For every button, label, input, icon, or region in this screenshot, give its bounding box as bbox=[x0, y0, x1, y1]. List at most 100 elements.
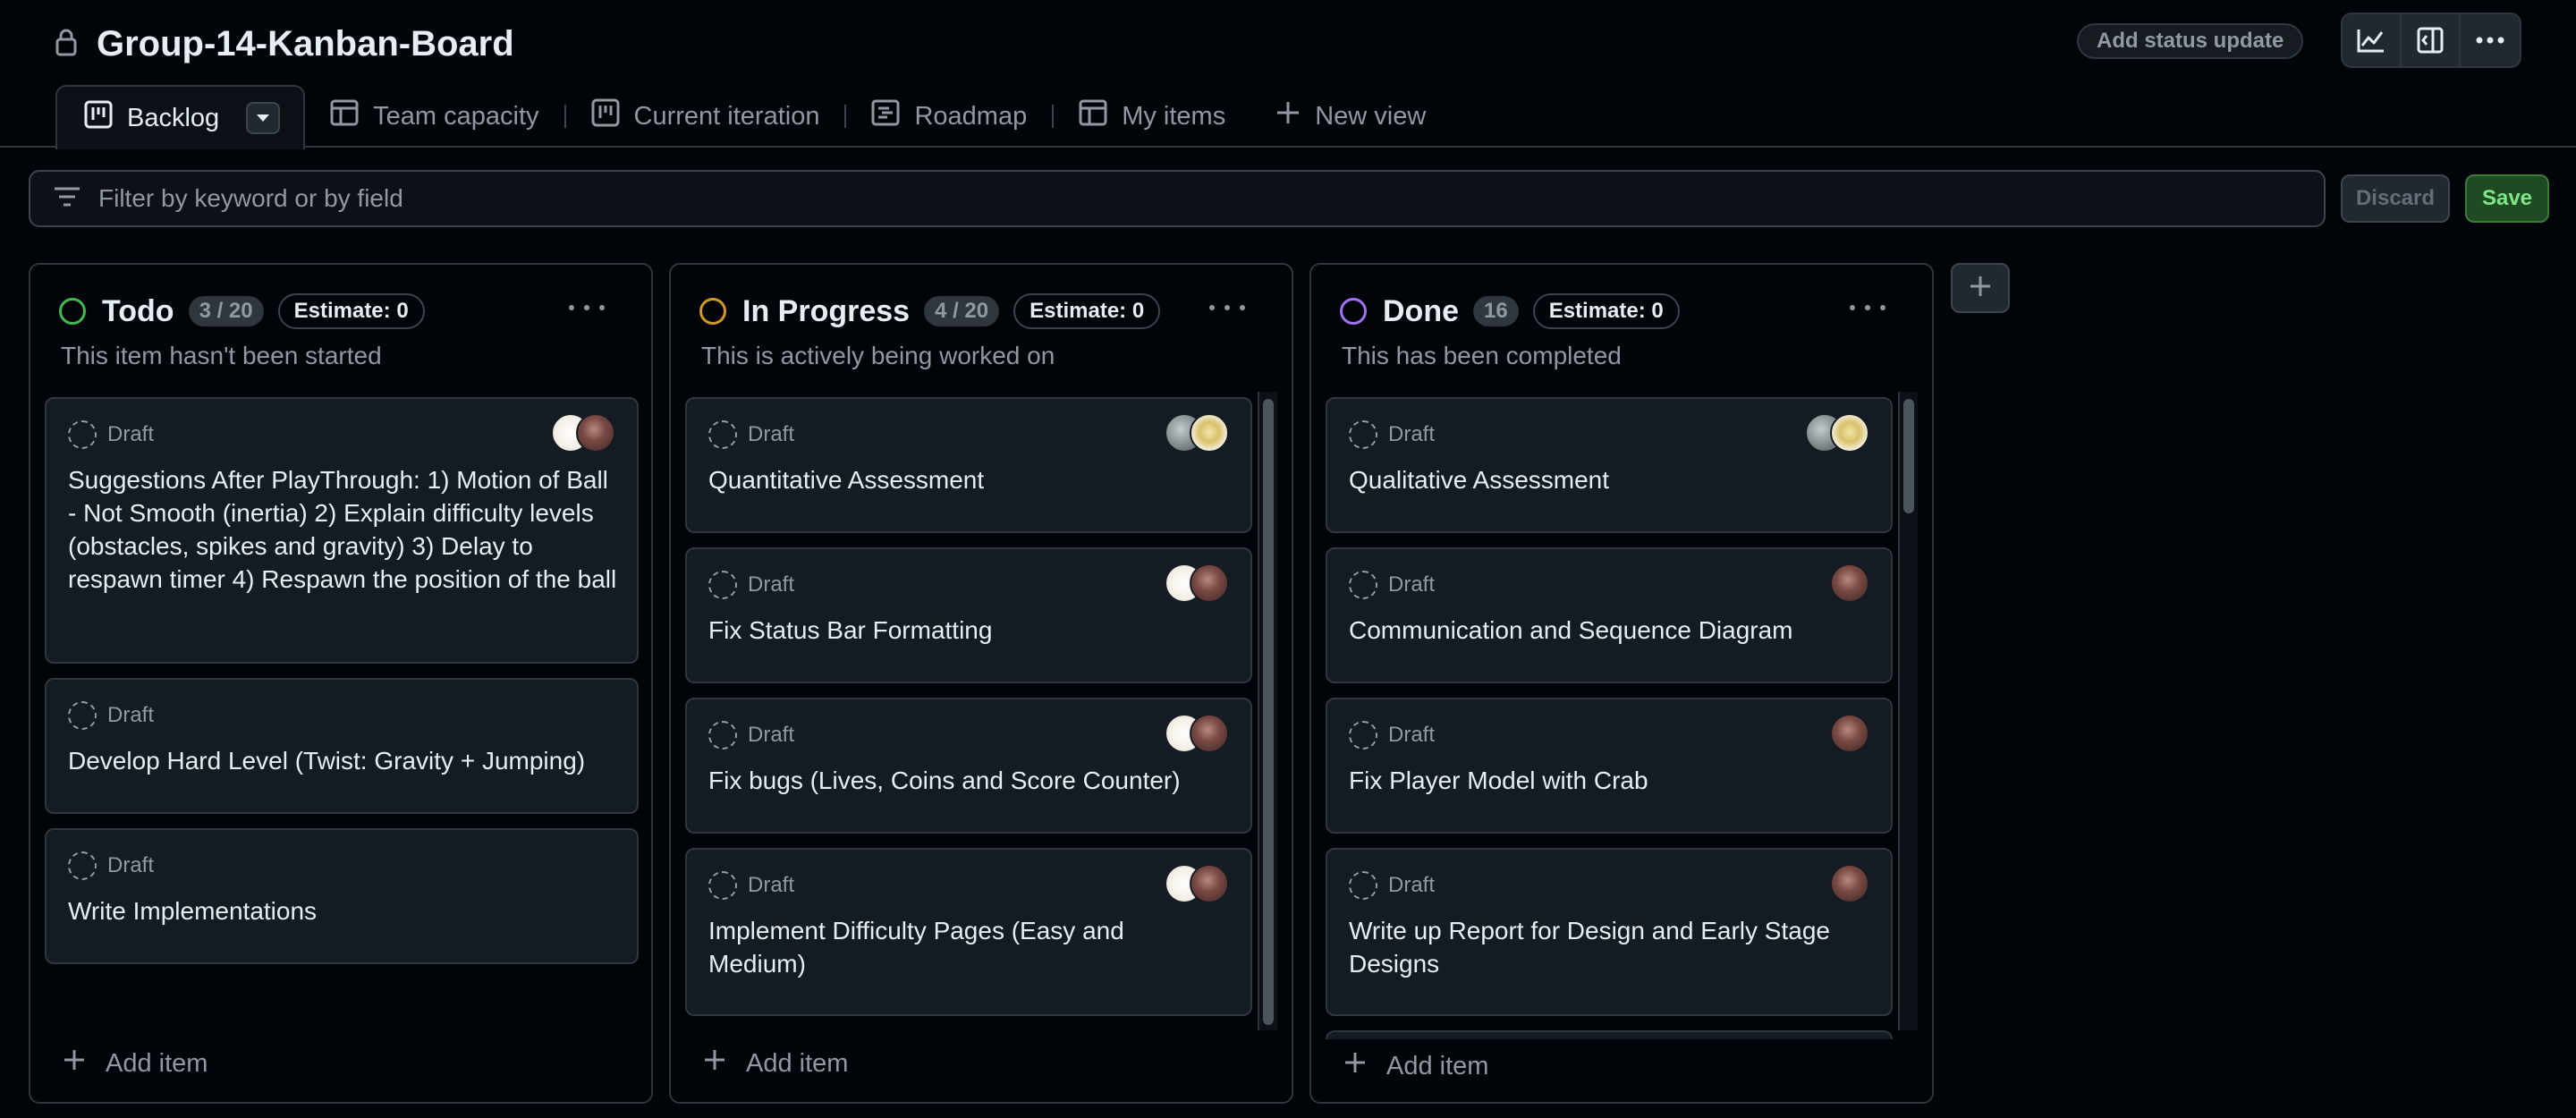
card-title[interactable]: Implement Difficulty Pages (Easy and Med… bbox=[708, 914, 1227, 980]
avatar bbox=[1830, 864, 1869, 903]
card-title[interactable]: Fix Status Bar Formatting bbox=[708, 614, 1259, 647]
card[interactable]: Draft Quantitative Assessment bbox=[685, 397, 1252, 533]
card-title[interactable]: Develop Hard Level (Twist: Gravity + Jum… bbox=[68, 744, 619, 777]
draft-icon bbox=[68, 420, 97, 449]
status-label: Draft bbox=[1388, 572, 1436, 597]
discard-button[interactable]: Discard bbox=[2341, 174, 2450, 223]
column-scrollbar[interactable] bbox=[1898, 392, 1918, 1030]
plus-icon bbox=[1969, 275, 1992, 302]
lock-icon bbox=[55, 28, 84, 60]
tab-new-view[interactable]: New view bbox=[1250, 85, 1451, 148]
card-title[interactable]: Write Implementations bbox=[68, 894, 619, 927]
column-scrollbar[interactable] bbox=[1258, 392, 1277, 1030]
tab-current-iteration[interactable]: Current iteration bbox=[566, 85, 845, 148]
card-title[interactable]: Communication and Sequence Diagram bbox=[1349, 614, 1900, 647]
column-menu-icon[interactable] bbox=[1209, 297, 1245, 318]
draft-icon bbox=[68, 851, 97, 880]
tab-backlog[interactable]: Backlog bbox=[55, 85, 306, 149]
draft-status: Draft bbox=[68, 701, 154, 730]
add-item-label: Add item bbox=[106, 1048, 208, 1078]
status-label: Draft bbox=[1388, 422, 1436, 446]
estimate-badge: Estimate: 0 bbox=[1013, 293, 1161, 329]
assignees[interactable] bbox=[1165, 714, 1229, 755]
add-column-button[interactable] bbox=[1951, 263, 2010, 313]
assignees[interactable] bbox=[1165, 864, 1229, 905]
card[interactable]: Draft Qualitative Assessment bbox=[1326, 397, 1893, 533]
card[interactable]: Draft Communication and Sequence Diagram bbox=[1326, 547, 1893, 683]
status-label: Draft bbox=[107, 703, 155, 727]
tab-label: Team capacity bbox=[373, 101, 539, 131]
column-description: This item hasn't been started bbox=[61, 342, 382, 369]
draft-status: Draft bbox=[68, 851, 154, 880]
roadmap-icon bbox=[871, 98, 900, 134]
column-title: Todo bbox=[102, 293, 174, 328]
assignees[interactable] bbox=[1830, 864, 1869, 905]
column-header: Todo 3 / 20 Estimate: 0 bbox=[59, 292, 425, 331]
more-icon[interactable] bbox=[2461, 14, 2520, 66]
tab-my-items[interactable]: My items bbox=[1054, 85, 1250, 148]
tab-team-capacity[interactable]: Team capacity bbox=[305, 85, 564, 148]
draft-icon bbox=[68, 701, 97, 730]
assignees[interactable] bbox=[1830, 714, 1869, 755]
status-label: Draft bbox=[107, 853, 155, 877]
chevron-down-icon[interactable] bbox=[246, 102, 281, 134]
scrollbar-thumb[interactable] bbox=[1263, 399, 1274, 1025]
draft-status: Draft bbox=[1349, 721, 1435, 750]
card[interactable]: Draft Fix Player Model with Crab bbox=[1326, 698, 1893, 834]
panel-icon[interactable] bbox=[2402, 14, 2461, 66]
tab-label: My items bbox=[1122, 101, 1226, 131]
draft-status: Draft bbox=[708, 420, 794, 449]
card-title[interactable]: Fix Player Model with Crab bbox=[1349, 764, 1900, 797]
status-circle-icon bbox=[1340, 298, 1367, 325]
assignees[interactable] bbox=[551, 413, 615, 454]
assignees[interactable] bbox=[1830, 563, 1869, 605]
insights-icon[interactable] bbox=[2343, 14, 2402, 66]
estimate-badge: Estimate: 0 bbox=[277, 293, 425, 329]
assignees[interactable] bbox=[1165, 563, 1229, 605]
card[interactable]: Draft Suggestions After PlayThrough: 1) … bbox=[45, 397, 639, 664]
add-status-update-button[interactable]: Add status update bbox=[2077, 23, 2304, 59]
draft-icon bbox=[708, 721, 737, 750]
draft-icon bbox=[708, 871, 737, 900]
view-tabs: Backlog Team capacity Current iteration … bbox=[55, 85, 1451, 149]
card-title[interactable]: Suggestions After PlayThrough: 1) Motion… bbox=[68, 463, 619, 596]
add-item-button[interactable]: Add item bbox=[1326, 1039, 1898, 1093]
title-row: Group-14-Kanban-Board bbox=[55, 20, 514, 68]
card[interactable]: Draft Write Implementations bbox=[45, 828, 639, 964]
card[interactable]: Draft Develop Hard Level (Twist: Gravity… bbox=[45, 678, 639, 814]
add-item-button[interactable]: Add item bbox=[63, 1048, 208, 1079]
avatar bbox=[1830, 714, 1869, 753]
draft-status: Draft bbox=[708, 871, 794, 900]
card[interactable]: Draft Write up Report for Design and Ear… bbox=[1326, 848, 1893, 1016]
column-menu-icon[interactable] bbox=[569, 297, 605, 318]
add-item-label: Add item bbox=[746, 1048, 849, 1078]
card[interactable]: Draft Fix Status Bar Formatting bbox=[685, 547, 1252, 683]
plus-icon bbox=[1275, 100, 1301, 132]
filter-icon bbox=[54, 187, 80, 211]
card[interactable]: Draft Implement Difficulty Pages (Easy a… bbox=[685, 848, 1252, 1016]
status-label: Draft bbox=[1388, 723, 1436, 747]
card[interactable]: Draft Fix bugs (Lives, Coins and Score C… bbox=[685, 698, 1252, 834]
draft-status: Draft bbox=[708, 571, 794, 599]
draft-status: Draft bbox=[1349, 571, 1435, 599]
card-title[interactable]: Qualitative Assessment bbox=[1349, 463, 1900, 496]
project-header: Group-14-Kanban-Board Add status update … bbox=[0, 0, 2576, 149]
status-label: Draft bbox=[748, 723, 795, 747]
tab-roadmap[interactable]: Roadmap bbox=[846, 85, 1052, 148]
assignees[interactable] bbox=[1165, 413, 1229, 454]
column-done: Done 16 Estimate: 0 This has been comple… bbox=[1309, 263, 1934, 1104]
add-item-button[interactable]: Add item bbox=[703, 1048, 848, 1079]
column-title: Done bbox=[1383, 293, 1459, 328]
assignees[interactable] bbox=[1805, 413, 1869, 454]
tab-label: Roadmap bbox=[914, 101, 1028, 131]
column-title: In Progress bbox=[742, 293, 911, 328]
column-menu-icon[interactable] bbox=[1850, 297, 1885, 318]
card-title[interactable]: Fix bugs (Lives, Coins and Score Counter… bbox=[708, 764, 1259, 797]
save-button[interactable]: Save bbox=[2465, 174, 2549, 223]
filter-bar bbox=[29, 170, 2326, 227]
filter-input[interactable] bbox=[98, 184, 2324, 213]
card-title[interactable]: Write up Report for Design and Early Sta… bbox=[1349, 914, 1877, 980]
status-label: Draft bbox=[748, 572, 795, 597]
card-title[interactable]: Quantitative Assessment bbox=[708, 463, 1259, 496]
scrollbar-thumb[interactable] bbox=[1903, 399, 1914, 513]
